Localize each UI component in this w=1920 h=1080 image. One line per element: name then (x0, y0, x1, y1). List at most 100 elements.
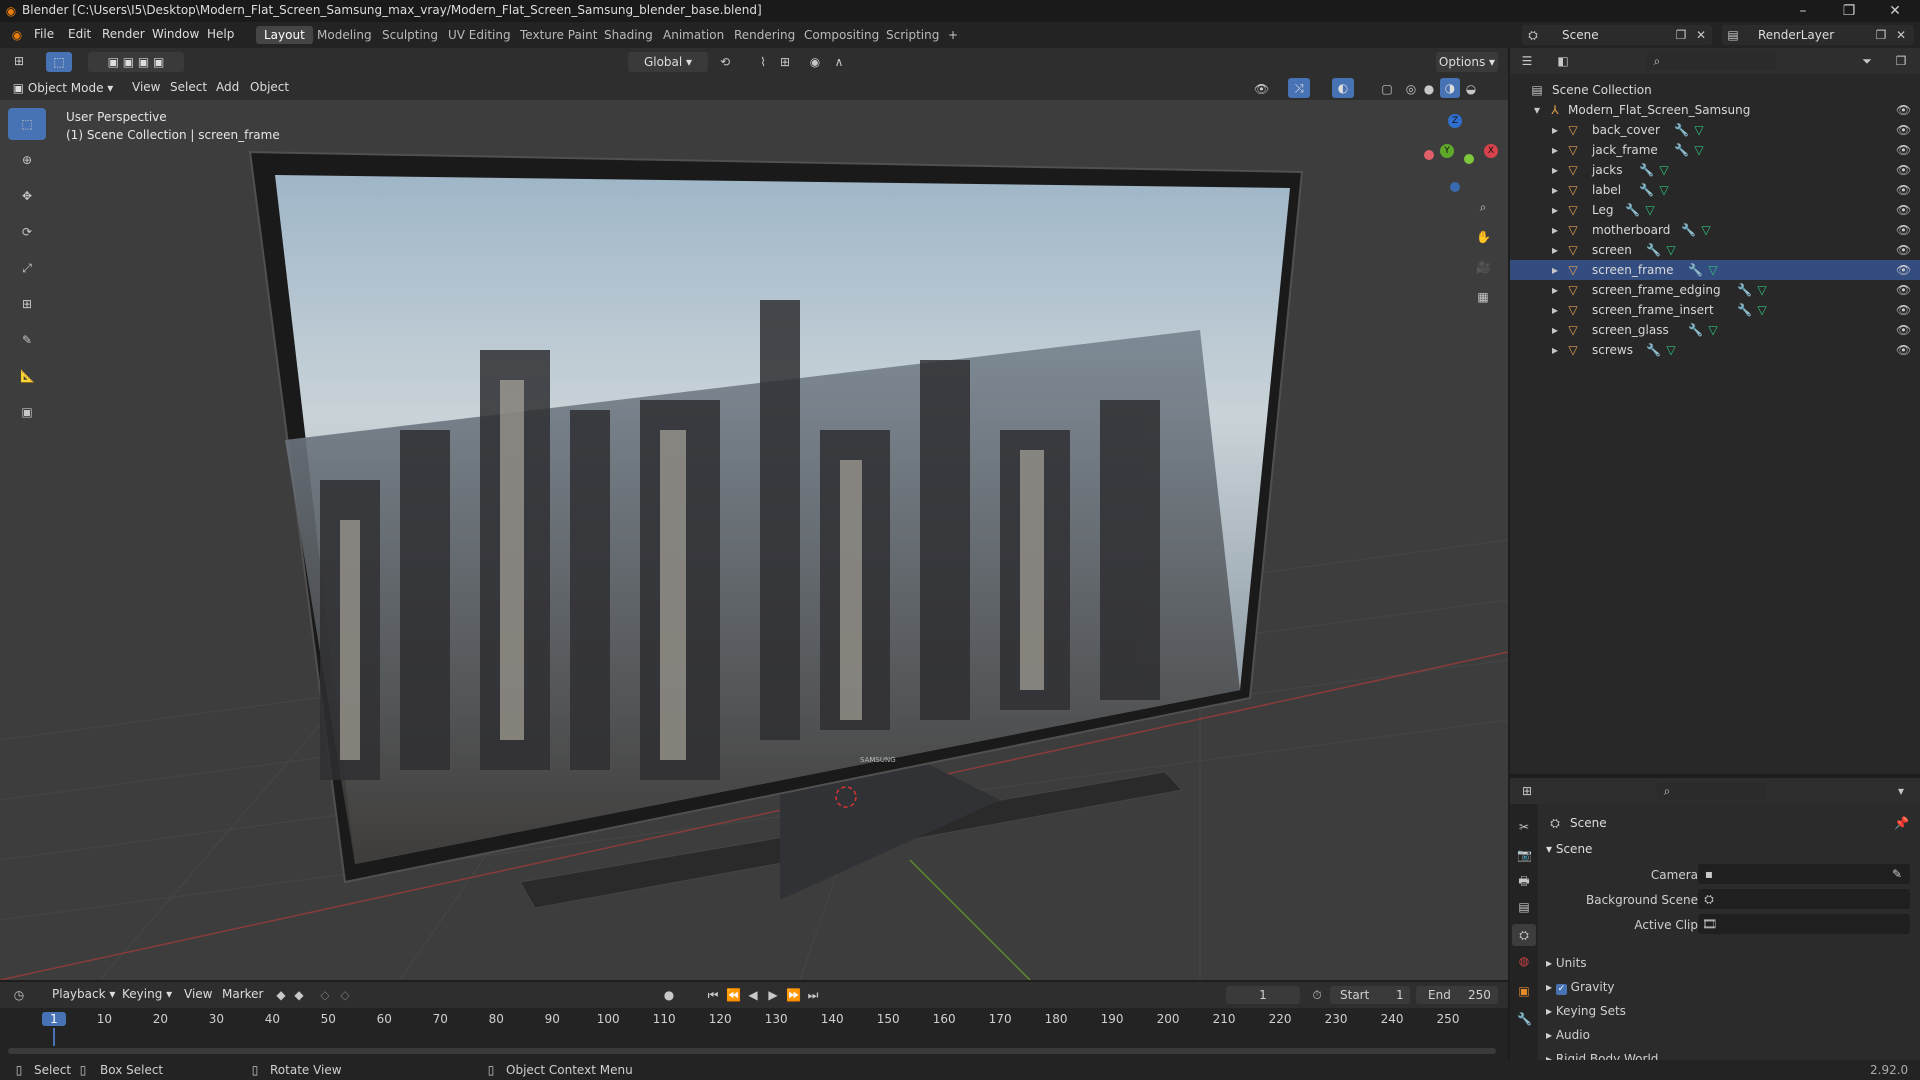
outliner-item-label[interactable]: ▸ ▽ label 🔧 ▽ 👁 (1510, 180, 1920, 200)
gravity-checkbox[interactable]: ✓ (1555, 984, 1567, 995)
menu-file[interactable]: File (34, 27, 54, 41)
material-shading-icon[interactable]: ◑ (1440, 78, 1460, 98)
menu-window[interactable]: Window (152, 27, 199, 41)
tab-compositing[interactable]: Compositing (796, 26, 887, 44)
mesh-data-icon[interactable]: ▽ (1643, 203, 1657, 217)
mesh-data-icon[interactable]: ▽ (1664, 243, 1678, 257)
expand-arrow-icon[interactable]: ▸ (1548, 163, 1562, 177)
render-tab-icon[interactable]: 📷 (1517, 848, 1532, 862)
outliner-item-screen[interactable]: ▸ ▽ screen 🔧 ▽ 👁 (1510, 240, 1920, 260)
modifier-icon[interactable]: 🔧 (1737, 303, 1752, 317)
outliner-item-back-cover[interactable]: ▸ ▽ back_cover 🔧 ▽ 👁 (1510, 120, 1920, 140)
menu-help[interactable]: Help (207, 27, 234, 41)
eye-icon[interactable]: 👁 (1896, 263, 1911, 277)
timeline-scrollbar[interactable] (8, 1048, 1496, 1054)
expand-arrow-icon[interactable]: ▸ (1548, 343, 1562, 357)
viewport-menu-view[interactable]: View (132, 80, 160, 94)
snap-target-icon[interactable]: ⊞ (778, 55, 792, 69)
pan-hand-icon[interactable]: ✋ (1476, 230, 1491, 244)
eye-icon[interactable]: 👁 (1896, 103, 1911, 117)
gravity-panel[interactable]: ▸ ✓ Gravity (1546, 980, 1615, 995)
keyframe-delete-icon[interactable]: ◇ (318, 988, 332, 1002)
tab-layout[interactable]: Layout (256, 26, 313, 44)
remove-scene-icon[interactable]: ✕ (1694, 28, 1708, 42)
properties-search-input[interactable]: ⌕ (1656, 782, 1766, 800)
active-clip-field[interactable]: 🎞 (1698, 914, 1910, 934)
object-tab-icon[interactable]: ▣ (1517, 984, 1531, 998)
mesh-data-icon[interactable]: ▽ (1657, 163, 1671, 177)
options-dropdown[interactable]: Options ▾ (1436, 52, 1498, 72)
gizmo-y[interactable]: Y (1440, 144, 1454, 158)
outliner-item-screen-frame[interactable]: ▸ ▽ screen_frame 🔧 ▽ 👁 (1510, 260, 1920, 280)
modifier-icon[interactable]: 🔧 (1681, 223, 1696, 237)
eye-icon[interactable]: 👁 (1896, 163, 1911, 177)
expand-arrow-icon[interactable]: ▸ (1548, 203, 1562, 217)
tab-scripting[interactable]: Scripting (878, 26, 947, 44)
keying-sets-panel[interactable]: ▸ Keying Sets (1546, 1004, 1626, 1018)
timeline-menu-marker[interactable]: Marker (222, 987, 263, 1001)
gizmo-toggle-icon[interactable]: ⤨ (1288, 78, 1310, 98)
start-frame-field[interactable]: Start 1 (1330, 986, 1410, 1004)
ortho-grid-icon[interactable]: ▦ (1476, 290, 1490, 304)
scene-tab-icon[interactable]: ⛭ (1512, 924, 1536, 946)
mesh-data-icon[interactable]: ▽ (1657, 183, 1671, 197)
rendered-shading-icon[interactable]: ◒ (1464, 82, 1478, 96)
scene-panel-toggle[interactable]: ▾ Scene (1546, 842, 1592, 856)
outliner-item-motherboard[interactable]: ▸ ▽ motherboard 🔧 ▽ 👁 (1510, 220, 1920, 240)
keyframe-options-icon[interactable]: ◇ (338, 988, 352, 1002)
xray-icon[interactable]: ▢ (1380, 82, 1394, 96)
expand-arrow-icon[interactable]: ▾ (1530, 103, 1544, 117)
menu-edit[interactable]: Edit (68, 27, 91, 41)
keyframe-icon[interactable]: ◆ (274, 988, 288, 1002)
mesh-data-icon[interactable]: ▽ (1755, 283, 1769, 297)
background-scene-field[interactable]: ⛭ (1698, 889, 1910, 909)
move-tool[interactable]: ✥ (8, 180, 46, 212)
expand-arrow-icon[interactable]: ▸ (1548, 123, 1562, 137)
3d-viewport[interactable]: SAMSUNG User Perspective (1) Scene Colle… (0, 100, 1508, 980)
select-box-modes[interactable]: ▣ ▣ ▣ ▣ (88, 52, 184, 72)
expand-arrow-icon[interactable]: ▸ (1548, 143, 1562, 157)
units-panel[interactable]: ▸ Units (1546, 956, 1587, 970)
add-cube-tool[interactable]: ▣ (8, 396, 46, 428)
modifier-icon[interactable]: 🔧 (1639, 183, 1654, 197)
duplicate-scene-icon[interactable]: ❐ (1674, 28, 1688, 42)
expand-arrow-icon[interactable]: ▸ (1548, 243, 1562, 257)
modifier-icon[interactable]: 🔧 (1646, 243, 1661, 257)
outliner-item-jacks[interactable]: ▸ ▽ jacks 🔧 ▽ 👁 (1510, 160, 1920, 180)
mesh-data-icon[interactable]: ▽ (1664, 343, 1678, 357)
properties-editor-icon[interactable]: ⊞ (1520, 784, 1534, 798)
visibility-icon[interactable]: 👁 (1254, 82, 1269, 96)
audio-panel[interactable]: ▸ Audio (1546, 1028, 1590, 1042)
outliner-item-screen-frame-insert[interactable]: ▸ ▽ screen_frame_insert 🔧 ▽ 👁 (1510, 300, 1920, 320)
gizmo-neg-y[interactable] (1464, 154, 1474, 164)
playhead[interactable] (53, 1028, 55, 1046)
falloff-icon[interactable]: ∧ (832, 55, 846, 69)
expand-arrow-icon[interactable]: ▸ (1548, 303, 1562, 317)
mesh-data-icon[interactable]: ▽ (1692, 143, 1706, 157)
gizmo-x[interactable]: X (1484, 144, 1498, 158)
outliner-item-jack-frame[interactable]: ▸ ▽ jack_frame 🔧 ▽ 👁 (1510, 140, 1920, 160)
eyedropper-icon[interactable]: ✎ (1890, 867, 1904, 881)
keyframe-insert-icon[interactable]: ◆ (292, 988, 306, 1002)
end-frame-field[interactable]: End 250 (1416, 986, 1498, 1004)
select-box-tool[interactable]: ⬚ (8, 108, 46, 140)
tab-animation[interactable]: Animation (655, 26, 732, 44)
gizmo-neg-x[interactable] (1424, 150, 1434, 160)
add-workspace-icon[interactable]: + (946, 28, 960, 42)
play-icon[interactable]: ▶ (766, 988, 780, 1002)
annotate-tool[interactable]: ✎ (8, 324, 46, 356)
object-mode-dropdown[interactable]: ▣ Object Mode ▾ (8, 78, 118, 98)
tool-tab-icon[interactable]: ✂ (1517, 820, 1531, 834)
expand-arrow-icon[interactable]: ▸ (1548, 323, 1562, 337)
timeline-menu-view[interactable]: View (184, 987, 212, 1001)
outliner-item-screws[interactable]: ▸ ▽ screws 🔧 ▽ 👁 (1510, 340, 1920, 360)
outliner-collection-row[interactable]: ▾ ⅄ Modern_Flat_Screen_Samsung 👁 (1510, 100, 1920, 120)
expand-arrow-icon[interactable]: ▸ (1548, 223, 1562, 237)
display-mode-icon[interactable]: ◧ (1556, 54, 1570, 68)
measure-tool[interactable]: 📐 (8, 360, 46, 392)
tab-sculpting[interactable]: Sculpting (374, 26, 446, 44)
mesh-data-icon[interactable]: ▽ (1699, 223, 1713, 237)
eye-icon[interactable]: 👁 (1896, 243, 1911, 257)
editor-type-icon[interactable]: ⊞ (12, 54, 26, 68)
mesh-data-icon[interactable]: ▽ (1706, 263, 1720, 277)
